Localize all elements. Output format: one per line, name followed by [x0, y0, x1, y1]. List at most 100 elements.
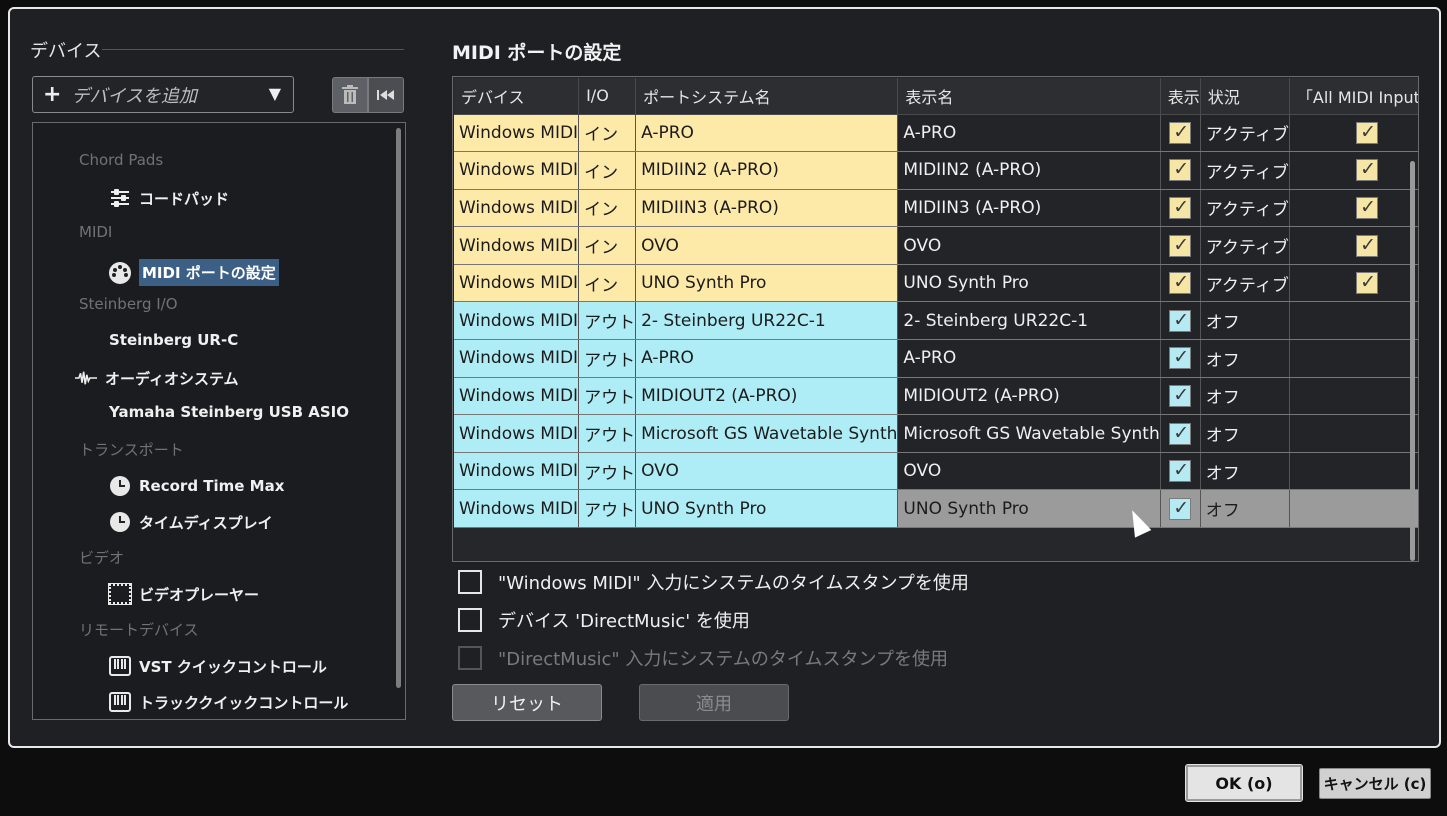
- cell-display[interactable]: UNO Synth Pro: [897, 264, 1161, 303]
- visible-checkbox-cell[interactable]: [1160, 489, 1201, 529]
- cell-device[interactable]: Windows MIDI: [454, 452, 580, 491]
- cell-io[interactable]: イン: [578, 151, 637, 190]
- visible-checkbox-cell[interactable]: [1160, 264, 1201, 303]
- cell-display[interactable]: Microsoft GS Wavetable Synth: [897, 414, 1161, 453]
- cell-device[interactable]: Windows MIDI: [454, 114, 580, 153]
- cell-port[interactable]: A-PRO: [635, 339, 899, 378]
- cell-display[interactable]: A-PRO: [897, 339, 1161, 378]
- cell-io[interactable]: アウト: [578, 452, 637, 491]
- table-row[interactable]: Windows MIDI アウト 2- Steinberg UR22C-1 2- St…: [454, 301, 1418, 341]
- tree-category[interactable]: Steinberg I/O: [79, 295, 178, 313]
- cell-device[interactable]: Windows MIDI: [454, 414, 580, 453]
- all-midi-checkbox-cell[interactable]: [1289, 301, 1418, 341]
- tree-item[interactable]: オーディオシステム: [75, 367, 239, 389]
- cell-display[interactable]: MIDIIN3 (A-PRO): [897, 189, 1161, 228]
- cell-port[interactable]: A-PRO: [635, 114, 899, 153]
- vertical-scrollbar[interactable]: [1410, 161, 1415, 561]
- table-row[interactable]: Windows MIDI イン MIDIIN3 (A-PRO) MIDIIN3 (A-…: [454, 189, 1418, 228]
- table-row[interactable]: Windows MIDI イン UNO Synth Pro UNO Synth Pro…: [454, 264, 1418, 303]
- checkbox[interactable]: [1356, 196, 1379, 219]
- visible-checkbox-cell[interactable]: [1160, 189, 1201, 228]
- checkbox[interactable]: [1356, 158, 1379, 182]
- cancel-button[interactable]: キャンセル (c): [1319, 768, 1431, 799]
- tree-scrollbar[interactable]: [396, 128, 401, 688]
- cell-status[interactable]: オフ: [1200, 489, 1290, 529]
- tree-category[interactable]: トランスポート: [79, 439, 184, 460]
- all-midi-checkbox-cell[interactable]: [1289, 189, 1418, 228]
- checkbox[interactable]: [1169, 422, 1192, 445]
- visible-checkbox-cell[interactable]: [1160, 377, 1201, 416]
- cell-status[interactable]: アクティブ: [1200, 264, 1290, 303]
- cell-status[interactable]: オフ: [1200, 301, 1290, 341]
- table-row[interactable]: Windows MIDIアウトA-PROA-PROオフ: [454, 339, 1418, 378]
- all-midi-checkbox-cell[interactable]: [1289, 414, 1418, 453]
- cell-port[interactable]: OVO: [635, 226, 899, 265]
- cell-device[interactable]: Windows MIDI: [454, 151, 580, 190]
- delete-device-button[interactable]: [332, 77, 368, 113]
- checkbox[interactable]: [458, 608, 482, 632]
- add-device-dropdown[interactable]: + デバイスを追加 ▼: [32, 76, 294, 113]
- cell-port[interactable]: UNO Synth Pro: [635, 264, 899, 303]
- tree-item[interactable]: MIDI ポートの設定: [109, 259, 279, 286]
- checkbox[interactable]: [1169, 497, 1192, 520]
- cell-display[interactable]: UNO Synth Pro: [897, 489, 1161, 529]
- column-header[interactable]: I/O: [578, 78, 637, 115]
- table-row[interactable]: Windows MIDIインOVOOVOアクティブ: [454, 226, 1418, 265]
- cell-status[interactable]: アクティブ: [1200, 189, 1290, 228]
- option-checkbox[interactable]: デバイス 'DirectMusic' を使用: [458, 607, 750, 633]
- all-midi-checkbox-cell[interactable]: [1289, 226, 1418, 265]
- table-row[interactable]: Windows MIDI アウト MIDIOUT2 (A-PRO) MIDIOUT2 …: [454, 377, 1418, 416]
- cell-device[interactable]: Windows MIDI: [454, 489, 580, 529]
- column-header[interactable]: 表示: [1160, 78, 1201, 115]
- cell-status[interactable]: オフ: [1200, 414, 1290, 453]
- cell-io[interactable]: イン: [578, 189, 637, 228]
- cell-device[interactable]: Windows MIDI: [454, 301, 580, 341]
- visible-checkbox-cell[interactable]: [1160, 114, 1201, 153]
- checkbox[interactable]: [1169, 121, 1192, 144]
- horizontal-scrollbar[interactable]: [456, 561, 1366, 562]
- tree-item[interactable]: VST クイックコントロール: [109, 655, 327, 677]
- visible-checkbox-cell[interactable]: [1160, 414, 1201, 453]
- column-header[interactable]: ポートシステム名: [635, 78, 899, 115]
- cell-io[interactable]: アウト: [578, 339, 637, 378]
- cell-io[interactable]: イン: [578, 264, 637, 303]
- column-header[interactable]: 表示名: [897, 78, 1161, 115]
- tree-item[interactable]: Yamaha Steinberg USB ASIO: [109, 403, 349, 421]
- cell-port[interactable]: MIDIIN3 (A-PRO): [635, 189, 899, 228]
- reset-button[interactable]: リセット: [452, 684, 602, 721]
- all-midi-checkbox-cell[interactable]: [1289, 489, 1418, 529]
- column-header[interactable]: 「All MIDI Inputs」: [1289, 78, 1418, 115]
- cell-status[interactable]: オフ: [1200, 452, 1290, 491]
- cell-device[interactable]: Windows MIDI: [454, 189, 580, 228]
- checkbox[interactable]: [1169, 309, 1192, 332]
- cell-port[interactable]: 2- Steinberg UR22C-1: [635, 301, 899, 341]
- cell-status[interactable]: オフ: [1200, 339, 1290, 378]
- cell-status[interactable]: アクティブ: [1200, 151, 1290, 190]
- tree-item[interactable]: タイムディスプレイ: [109, 511, 273, 533]
- checkbox[interactable]: [1169, 158, 1192, 182]
- all-midi-checkbox-cell[interactable]: [1289, 264, 1418, 303]
- tree-item[interactable]: コードパッド: [109, 187, 229, 209]
- table-row[interactable]: Windows MIDIインA-PROA-PROアクティブ: [454, 114, 1418, 153]
- visible-checkbox-cell[interactable]: [1160, 339, 1201, 378]
- all-midi-checkbox-cell[interactable]: [1289, 452, 1418, 491]
- cell-io[interactable]: イン: [578, 226, 637, 265]
- visible-checkbox-cell[interactable]: [1160, 226, 1201, 265]
- checkbox[interactable]: [1169, 271, 1192, 295]
- table-row[interactable]: Windows MIDIアウトOVOOVOオフ: [454, 452, 1418, 491]
- table-row[interactable]: Windows MIDI アウト Microsoft GS Wavetable Sy…: [454, 414, 1418, 453]
- tree-item[interactable]: トラッククイックコントロール: [109, 691, 348, 713]
- tree-item[interactable]: ビデオプレーヤー: [108, 583, 259, 605]
- apply-button[interactable]: 適用: [639, 684, 789, 721]
- all-midi-checkbox-cell[interactable]: [1289, 377, 1418, 416]
- cell-device[interactable]: Windows MIDI: [454, 226, 580, 265]
- checkbox[interactable]: [1169, 384, 1192, 407]
- tree-category[interactable]: リモートデバイス: [79, 619, 199, 640]
- all-midi-checkbox-cell[interactable]: [1289, 339, 1418, 378]
- cell-display[interactable]: A-PRO: [897, 114, 1161, 153]
- cell-io[interactable]: アウト: [578, 489, 637, 529]
- cell-device[interactable]: Windows MIDI: [454, 264, 580, 303]
- cell-device[interactable]: Windows MIDI: [454, 377, 580, 416]
- checkbox[interactable]: [458, 570, 482, 594]
- checkbox[interactable]: [1356, 121, 1379, 144]
